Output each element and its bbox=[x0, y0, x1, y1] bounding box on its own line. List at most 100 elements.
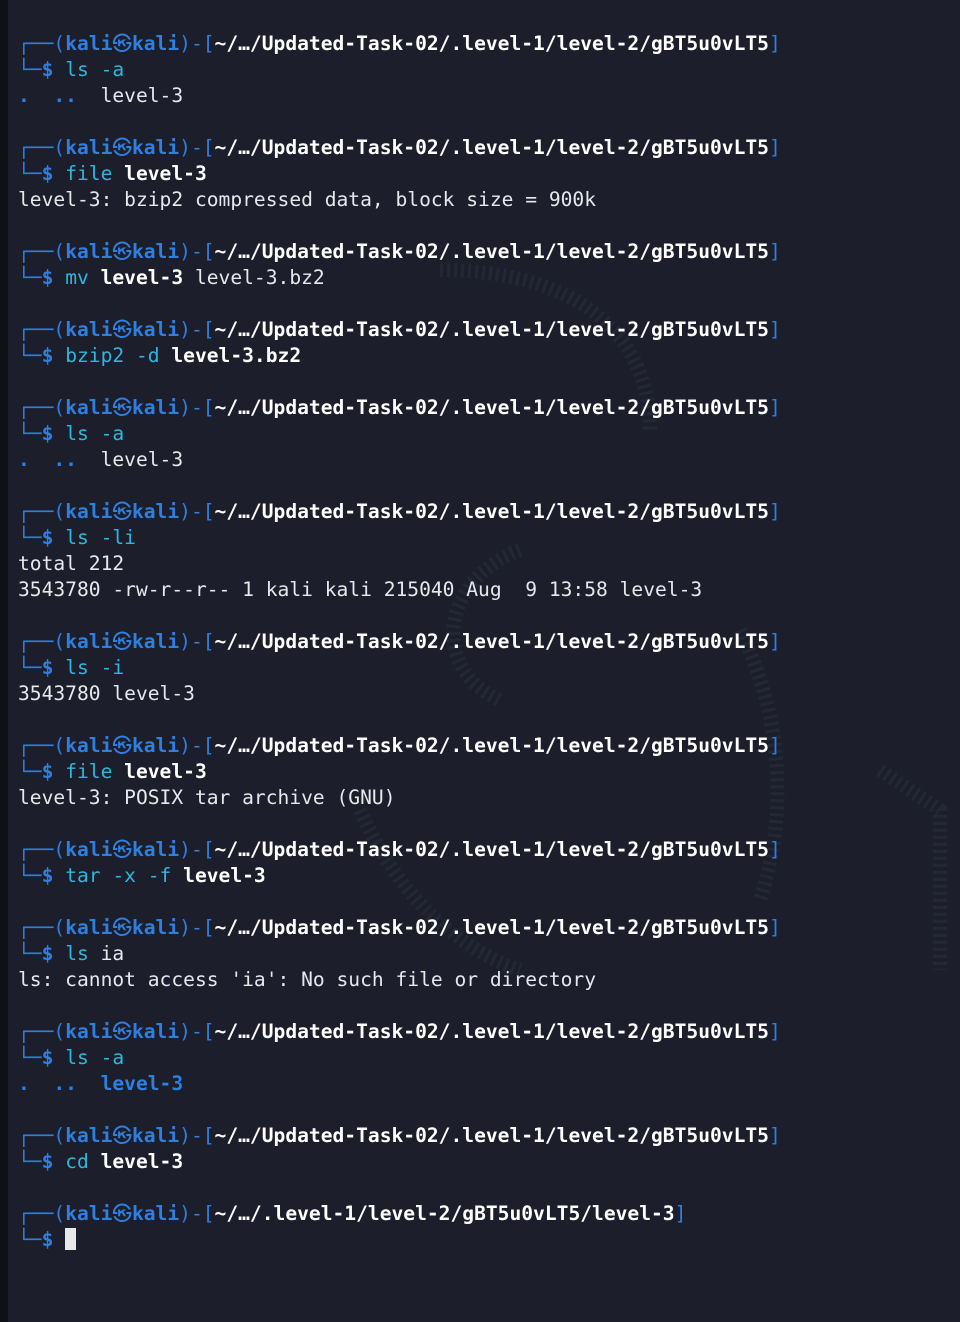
command-line: └─$ bzip2 -d level-3.bz2 bbox=[18, 343, 958, 369]
prompt-path: ~/…/.level-1/level-2/gBT5u0vLT5/level-3 bbox=[214, 1202, 675, 1225]
prompt-dollar: $ bbox=[41, 58, 54, 81]
prompt-bracket-close: ] bbox=[768, 838, 781, 861]
prompt-box-corner: ┌──( bbox=[18, 1124, 66, 1147]
prompt-box-bottom: └─ bbox=[18, 1150, 42, 1173]
output-token bbox=[30, 84, 54, 107]
prompt-header: ┌──(kali㉿kali)-[~/…/Updated-Task-02/.lev… bbox=[18, 837, 958, 863]
prompt-dollar: $ bbox=[41, 1228, 54, 1251]
prompt-bracket-close: ] bbox=[674, 1202, 687, 1225]
prompt-host: kali bbox=[131, 838, 180, 861]
command-output-line: . .. level-3 bbox=[18, 447, 958, 473]
prompt-box-corner: ┌──( bbox=[18, 1020, 66, 1043]
prompt-box-bottom: └─ bbox=[18, 266, 42, 289]
command-line: └─$ ls -li bbox=[18, 525, 958, 551]
kali-symbol-icon: ㉿ bbox=[112, 630, 132, 653]
prompt-separator: )-[ bbox=[179, 1124, 215, 1147]
prompt-box-bottom: └─ bbox=[18, 58, 42, 81]
prompt-separator: )-[ bbox=[179, 838, 215, 861]
prompt-header: ┌──(kali㉿kali)-[~/…/Updated-Task-02/.lev… bbox=[18, 135, 958, 161]
command-token bbox=[112, 162, 124, 185]
command-output-line: level-3: bzip2 compressed data, block si… bbox=[18, 187, 958, 213]
kali-symbol-icon: ㉿ bbox=[112, 318, 132, 341]
output-token: . bbox=[18, 448, 30, 471]
prompt-bracket-close: ] bbox=[768, 318, 781, 341]
command-token: level-3.bz2 bbox=[171, 344, 302, 367]
prompt-path: ~/…/Updated-Task-02/.level-1/level-2/gBT… bbox=[214, 1020, 769, 1043]
command-token: ia bbox=[88, 942, 125, 965]
prompt-user: kali bbox=[65, 1124, 113, 1147]
prompt-host: kali bbox=[131, 318, 180, 341]
prompt-bracket-close: ] bbox=[768, 136, 781, 159]
kali-symbol-icon: ㉿ bbox=[112, 240, 132, 263]
prompt-dollar: $ bbox=[41, 422, 54, 445]
command-token: tar bbox=[65, 864, 101, 887]
prompt-box-corner: ┌──( bbox=[18, 500, 66, 523]
prompt-host: kali bbox=[131, 630, 180, 653]
prompt-box-corner: ┌──( bbox=[18, 396, 66, 419]
prompt-path: ~/…/Updated-Task-02/.level-1/level-2/gBT… bbox=[214, 1124, 769, 1147]
command-token: bzip2 bbox=[65, 344, 125, 367]
prompt-header: ┌──(kali㉿kali)-[~/…/Updated-Task-02/.lev… bbox=[18, 395, 958, 421]
prompt-dollar: $ bbox=[41, 162, 54, 185]
prompt-separator: )-[ bbox=[179, 136, 215, 159]
command-output-line: 3543780 level-3 bbox=[18, 681, 958, 707]
command-token: -d bbox=[124, 344, 172, 367]
prompt-box-bottom: └─ bbox=[18, 162, 42, 185]
prompt-path: ~/…/Updated-Task-02/.level-1/level-2/gBT… bbox=[214, 32, 769, 55]
prompt-path: ~/…/Updated-Task-02/.level-1/level-2/gBT… bbox=[214, 240, 769, 263]
prompt-host: kali bbox=[131, 1020, 180, 1043]
prompt-bracket-close: ] bbox=[768, 630, 781, 653]
prompt-header: ┌──(kali㉿kali)-[~/…/Updated-Task-02/.lev… bbox=[18, 915, 958, 941]
command-line: └─$ bbox=[18, 1227, 958, 1253]
command-token: -a bbox=[88, 58, 125, 81]
prompt-box-corner: ┌──( bbox=[18, 734, 66, 757]
command-token: level-3 bbox=[124, 162, 207, 185]
command-token: ls bbox=[65, 656, 89, 679]
kali-symbol-icon: ㉿ bbox=[112, 136, 132, 159]
kali-symbol-icon: ㉿ bbox=[112, 1202, 132, 1225]
prompt-dollar: $ bbox=[41, 266, 54, 289]
command-line: └─$ ls -i bbox=[18, 655, 958, 681]
command-token: -a bbox=[88, 1046, 125, 1069]
terminal-output[interactable]: ┌──(kali㉿kali)-[~/…/Updated-Task-02/.lev… bbox=[18, 31, 958, 1253]
prompt-box-bottom: └─ bbox=[18, 422, 42, 445]
command-output-line: ls: cannot access 'ia': No such file or … bbox=[18, 967, 958, 993]
command-token: level-3 bbox=[100, 266, 184, 289]
command-token: level-3.bz2 bbox=[183, 266, 325, 289]
prompt-path: ~/…/Updated-Task-02/.level-1/level-2/gBT… bbox=[214, 136, 769, 159]
prompt-box-bottom: └─ bbox=[18, 344, 42, 367]
command-output-line: . .. level-3 bbox=[18, 83, 958, 109]
kali-symbol-icon: ㉿ bbox=[112, 32, 132, 55]
output-token: . bbox=[18, 1072, 30, 1095]
prompt-host: kali bbox=[131, 396, 180, 419]
prompt-box-corner: ┌──( bbox=[18, 136, 66, 159]
command-token: -li bbox=[88, 526, 136, 549]
command-line: └─$ ls -a bbox=[18, 421, 958, 447]
command-token: cd bbox=[65, 1150, 89, 1173]
prompt-bracket-close: ] bbox=[768, 396, 781, 419]
prompt-box-corner: ┌──( bbox=[18, 318, 66, 341]
output-token: ls: cannot access 'ia': No such file or … bbox=[18, 968, 597, 991]
prompt-box-bottom: └─ bbox=[18, 656, 42, 679]
prompt-header: ┌──(kali㉿kali)-[~/…/Updated-Task-02/.lev… bbox=[18, 1019, 958, 1045]
prompt-dollar: $ bbox=[41, 1150, 54, 1173]
command-token: level-3 bbox=[124, 760, 207, 783]
command-token: ls bbox=[65, 1046, 89, 1069]
command-line: └─$ file level-3 bbox=[18, 759, 958, 785]
prompt-box-corner: ┌──( bbox=[18, 1202, 66, 1225]
kali-symbol-icon: ㉿ bbox=[112, 916, 132, 939]
prompt-user: kali bbox=[65, 838, 113, 861]
prompt-separator: )-[ bbox=[179, 1202, 215, 1225]
prompt-user: kali bbox=[65, 916, 113, 939]
prompt-header: ┌──(kali㉿kali)-[~/…/Updated-Task-02/.lev… bbox=[18, 499, 958, 525]
output-token bbox=[77, 1072, 101, 1095]
